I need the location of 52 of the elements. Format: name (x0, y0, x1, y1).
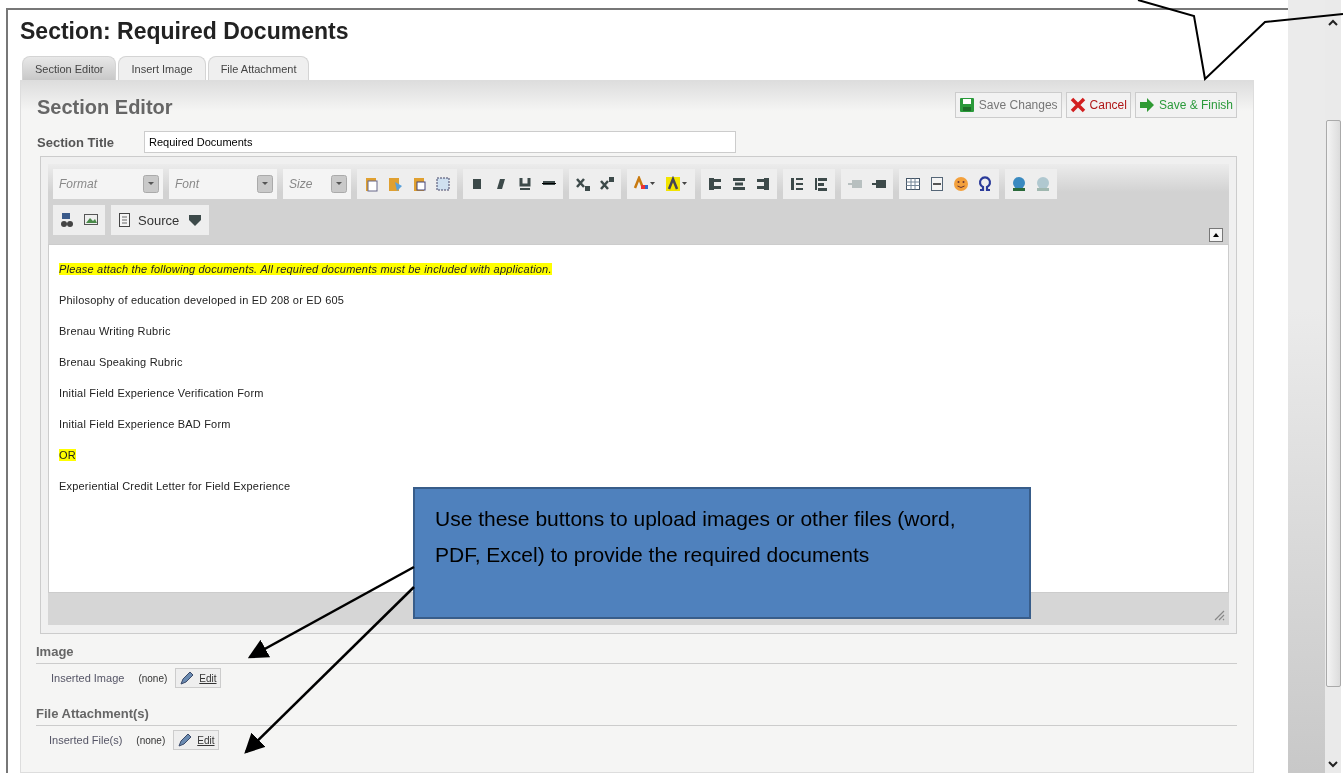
cancel-button[interactable]: Cancel (1065, 92, 1131, 118)
superscript-icon[interactable] (599, 176, 615, 192)
scroll-thumb[interactable] (1325, 120, 1341, 687)
align-left-icon[interactable] (707, 176, 723, 192)
paste-word-icon[interactable] (411, 176, 427, 192)
collapse-toolbar-icon[interactable] (1209, 228, 1223, 242)
arrow-right-icon (1138, 97, 1155, 113)
tab[interactable]: Insert Image (118, 56, 206, 80)
document-icon (117, 212, 133, 228)
smiley-icon[interactable] (953, 176, 969, 192)
image-icon[interactable] (83, 212, 99, 228)
tab[interactable]: File Attachment (207, 56, 310, 80)
paragraph: Experiential Credit Letter for Field Experience (59, 480, 291, 492)
edit-button[interactable]: Edit (175, 668, 221, 688)
section-heading: Image (36, 634, 1237, 664)
paragraph: Brenau Writing Rubric (59, 325, 171, 337)
highlight-color-icon[interactable] (665, 176, 689, 192)
section-title-field[interactable]: Required Documents (144, 131, 737, 153)
align-center-icon[interactable] (731, 176, 747, 192)
scrollbar[interactable] (1325, 0, 1341, 773)
page-title: Section: Required Documents (20, 18, 349, 46)
edit-button[interactable]: Edit (173, 730, 219, 750)
select-all-icon[interactable] (435, 176, 451, 192)
paragraph: Initial Field Experience BAD Form (59, 418, 231, 430)
text-color-icon[interactable] (633, 176, 657, 192)
omega-icon[interactable] (977, 176, 993, 192)
cancel-x-icon (1069, 97, 1086, 113)
subscript-icon[interactable] (575, 176, 591, 192)
underline-icon[interactable] (517, 176, 533, 192)
panel-title: Section Editor (37, 95, 173, 119)
numbered-list-icon[interactable] (789, 176, 805, 192)
paste-icon[interactable] (363, 176, 379, 192)
paragraph: Brenau Speaking Rubric (59, 356, 183, 368)
resize-handle-icon[interactable] (1213, 609, 1225, 621)
align-right-icon[interactable] (755, 176, 771, 192)
field-value: (none) (138, 672, 168, 684)
bulleted-list-icon[interactable] (813, 176, 829, 192)
paragraph: OR (59, 449, 76, 461)
paragraph: Please attach the following documents. All required documents must be included with application. (59, 263, 552, 275)
field-label: Inserted Image (51, 672, 125, 684)
field-label: Inserted File(s) (49, 734, 123, 746)
pencil-icon (179, 670, 196, 686)
pencil-icon (177, 732, 194, 748)
paragraph: Philosophy of education developed in ED 208 or ED 605 (59, 294, 345, 306)
save-button[interactable]: Save Changes (954, 92, 1062, 118)
field-label: Section Title (37, 134, 115, 150)
field-value: (none) (136, 734, 166, 746)
paragraph: Initial Field Experience Verification Form (59, 387, 264, 399)
annotation-tooltip: Use these buttons to upload images or other files (word, PDF, Excel) to provide the required documents (413, 487, 1031, 619)
tab[interactable]: Section Editor (22, 56, 117, 80)
table-icon[interactable] (905, 176, 921, 192)
section-heading: File Attachment(s) (36, 688, 1237, 726)
